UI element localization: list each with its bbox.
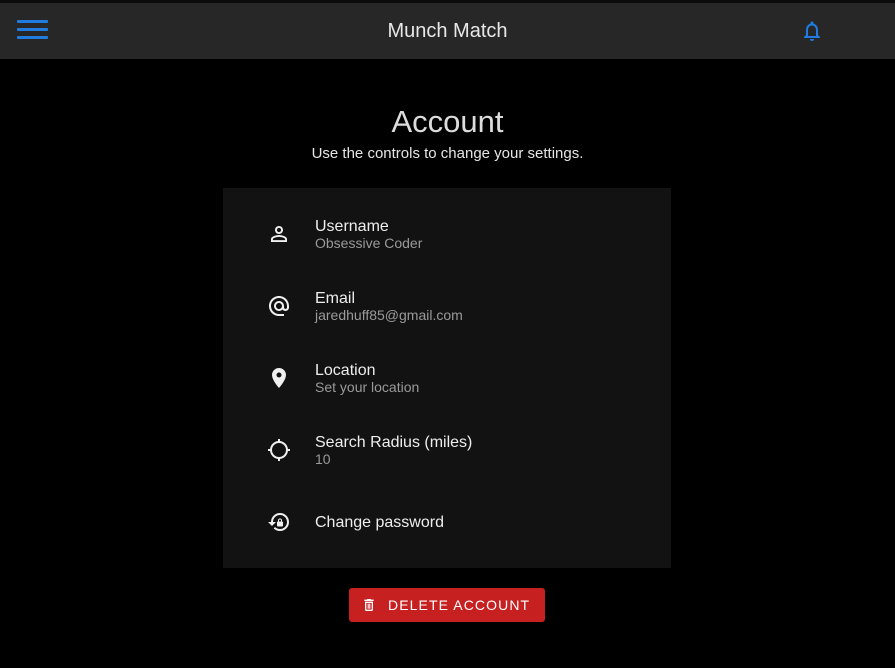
page-title: Account — [391, 104, 504, 139]
location-pin-icon — [272, 368, 286, 388]
setting-label: Change password — [315, 514, 444, 531]
trash-icon — [364, 599, 374, 611]
setting-label: Username — [315, 218, 389, 235]
setting-search-radius[interactable]: Search Radius (miles) 10 — [223, 420, 671, 480]
setting-location[interactable]: Location Set your location — [223, 348, 671, 408]
setting-value: Set your location — [315, 379, 420, 395]
setting-value: jaredhuff85@gmail.com — [315, 307, 463, 323]
app-title: Munch Match — [387, 20, 508, 42]
person-icon — [271, 226, 287, 242]
bell-icon — [804, 21, 820, 41]
app-bar: Munch Match — [0, 0, 895, 59]
setting-change-password[interactable]: Change password — [223, 492, 671, 552]
setting-label: Search Radius (miles) — [315, 434, 473, 451]
setting-label: Location — [315, 362, 376, 379]
setting-label: Email — [315, 290, 356, 307]
settings-list: Username Obsessive Coder Email jaredhuff… — [223, 188, 671, 568]
setting-value: Obsessive Coder — [315, 235, 423, 251]
lock-reset-icon — [268, 513, 289, 531]
delete-account-label: DELETE ACCOUNT — [388, 597, 531, 613]
delete-account-button[interactable]: DELETE ACCOUNT — [349, 588, 545, 622]
notifications-button[interactable] — [800, 19, 824, 43]
setting-value: 10 — [315, 451, 331, 467]
crosshair-icon — [268, 439, 290, 461]
setting-email[interactable]: Email jaredhuff85@gmail.com — [223, 276, 671, 336]
setting-username[interactable]: Username Obsessive Coder — [223, 204, 671, 264]
page-subtitle: Use the controls to change your settings… — [311, 145, 584, 162]
at-sign-icon — [269, 296, 289, 316]
